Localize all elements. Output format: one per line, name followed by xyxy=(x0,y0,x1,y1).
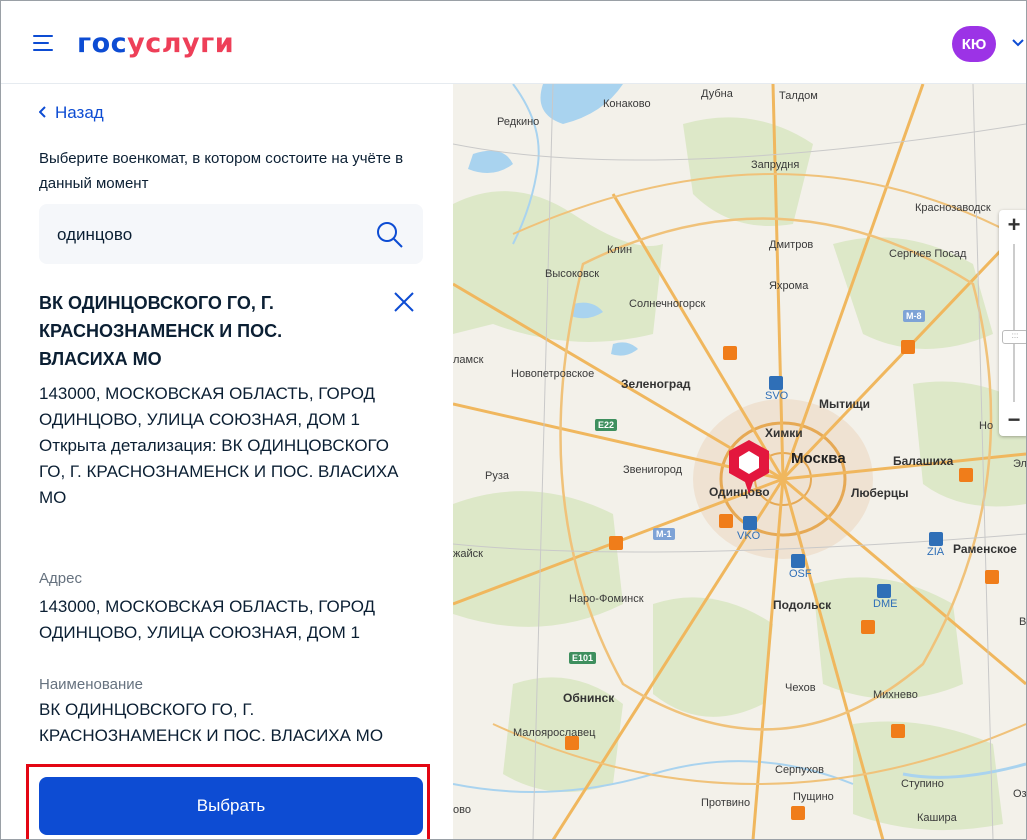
map-label: Люберцы xyxy=(851,486,909,500)
map-label: Но xyxy=(979,420,994,432)
airport-icon xyxy=(791,554,805,568)
back-link[interactable]: Назад xyxy=(38,103,104,123)
map-label: Кашира xyxy=(917,812,957,824)
map-label: Наро-Фоминск xyxy=(569,593,644,605)
airport-icon xyxy=(929,532,943,546)
chevron-left-icon xyxy=(38,103,47,123)
road-badge: E101 xyxy=(569,652,597,664)
map-label: Пущино xyxy=(793,791,834,803)
airport-code: DME xyxy=(873,598,898,610)
user-avatar[interactable]: КЮ xyxy=(952,26,996,62)
map-label: Эл xyxy=(1013,458,1026,470)
map-label: ово xyxy=(453,804,471,816)
airport-icon xyxy=(877,584,891,598)
map-label: Мытищи xyxy=(819,397,870,411)
fuel-station-icon xyxy=(565,736,579,750)
map-label: Малоярославец xyxy=(513,727,596,739)
gosuslugi-logo[interactable]: госуслуги xyxy=(77,28,234,59)
search-input[interactable] xyxy=(55,204,379,266)
airport-code: SVO xyxy=(765,390,789,402)
result-title: ВК ОДИНЦОВСКОГО ГО, Г. КРАСНОЗНАМЕНСК И … xyxy=(39,293,283,369)
airport-icon xyxy=(769,376,783,390)
zoom-control: + ::: − xyxy=(999,210,1026,436)
fuel-station-icon xyxy=(901,340,915,354)
map-label: Москва xyxy=(791,450,846,467)
map-label: Руза xyxy=(485,470,509,482)
fuel-station-icon xyxy=(891,724,905,738)
logo-part-uslugi: услуги xyxy=(127,28,235,59)
fuel-station-icon xyxy=(861,620,875,634)
address-value: 143000, МОСКОВСКАЯ ОБЛАСТЬ, ГОРОД ОДИНЦО… xyxy=(39,597,376,642)
map-view[interactable]: Дубна Талдом Конаково Редкино Запрудня К… xyxy=(453,84,1026,839)
map-label: Солнечногорск xyxy=(629,298,706,310)
map-label: Конаково xyxy=(603,98,651,110)
logo-part-gos: гос xyxy=(77,28,128,59)
fuel-station-icon xyxy=(723,346,737,360)
map-label: Балашиха xyxy=(893,454,954,468)
fuel-station-icon xyxy=(609,536,623,550)
menu-icon[interactable] xyxy=(33,34,55,52)
search-field[interactable] xyxy=(39,204,423,266)
map-label: Дмитров xyxy=(769,239,814,251)
map-label: жайск xyxy=(453,548,483,560)
map-label: ламск xyxy=(453,354,484,366)
close-icon[interactable] xyxy=(393,291,415,313)
map-label: Протвино xyxy=(701,797,751,809)
fuel-station-icon xyxy=(959,468,973,482)
airport-icon xyxy=(743,516,757,530)
address-label: Адрес xyxy=(39,570,82,587)
zoom-track xyxy=(1013,244,1015,402)
left-panel: Назад Выберите военкомат, в котором сост… xyxy=(1,84,453,839)
map-label: Краснозаводск xyxy=(915,202,991,214)
search-icon[interactable] xyxy=(375,220,405,250)
road-badge: M-1 xyxy=(653,528,675,540)
fuel-station-icon xyxy=(985,570,999,584)
map-label: Редкино xyxy=(497,116,540,128)
select-button[interactable]: Выбрать xyxy=(39,777,423,835)
map-label: Зеленоград xyxy=(621,377,691,391)
map-label: Талдом xyxy=(779,90,818,102)
map-label: Звенигород xyxy=(623,464,683,476)
map-label: Оз xyxy=(1013,788,1026,800)
location-pin-icon[interactable] xyxy=(723,438,775,498)
map-label: В xyxy=(1019,616,1026,628)
instruction-text: Выберите военкомат, в котором состоите н… xyxy=(39,150,404,192)
name-value: ВК ОДИНЦОВСКОГО ГО, Г. КРАСНОЗНАМЕНСК И … xyxy=(39,700,384,745)
map-label: Сергиев Посад xyxy=(889,248,967,260)
map-label: Серпухов xyxy=(775,764,824,776)
zoom-slider-handle[interactable]: ::: xyxy=(1002,330,1026,344)
airport-code: VKO xyxy=(737,530,761,542)
airport-code: ZIA xyxy=(927,546,945,558)
road-badge: M-8 xyxy=(903,310,925,322)
map-label: Клин xyxy=(607,244,633,256)
zoom-in-button[interactable]: + xyxy=(999,210,1026,240)
map-label: Михнево xyxy=(873,689,918,701)
map-label: Новопетровское xyxy=(511,368,595,380)
result-address: 143000, МОСКОВСКАЯ ОБЛАСТЬ, ГОРОД ОДИНЦО… xyxy=(39,384,376,429)
map-label: Высоковск xyxy=(545,268,600,280)
map-label: Раменское xyxy=(953,542,1017,556)
app-window: госуслуги КЮ Назад Выберите военкомат, в… xyxy=(0,0,1027,840)
back-label: Назад xyxy=(55,103,104,122)
fuel-station-icon xyxy=(791,806,805,820)
map-label: Яхрома xyxy=(769,280,809,292)
map-label: Запрудня xyxy=(751,159,800,171)
zoom-out-button[interactable]: − xyxy=(999,406,1026,436)
map-label: Чехов xyxy=(785,682,816,694)
road-badge: E22 xyxy=(595,419,618,431)
map-label: Обнинск xyxy=(563,691,615,705)
map-label: Дубна xyxy=(701,88,733,100)
detail-status-text: Открыта детализация: ВК ОДИНЦОВСКОГО ГО,… xyxy=(39,436,399,507)
top-header: госуслуги КЮ xyxy=(1,1,1026,84)
chevron-down-icon[interactable] xyxy=(1011,33,1025,47)
map-label: Ступино xyxy=(901,778,944,790)
name-label: Наименование xyxy=(39,676,143,693)
airport-code: OSF xyxy=(789,568,812,580)
map-label: Подольск xyxy=(773,598,832,612)
fuel-station-icon xyxy=(719,514,733,528)
